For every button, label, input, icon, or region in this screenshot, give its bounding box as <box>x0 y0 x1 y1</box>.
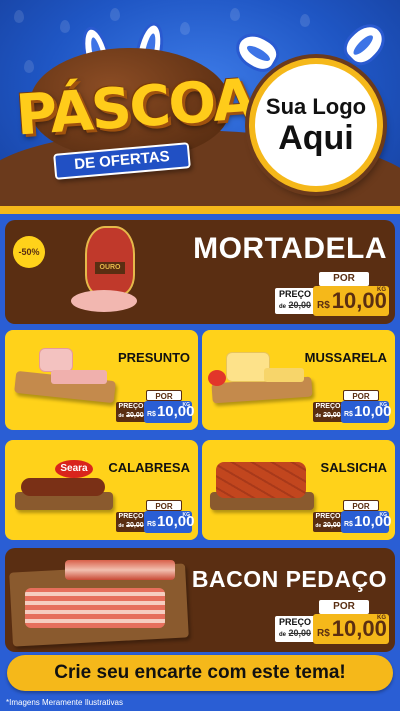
sausage-icon <box>21 478 105 496</box>
price-block: POR PREÇO de 20,00 R$10,00 KG <box>273 272 389 318</box>
header-banner: PÁSCOA DE OFERTAS Sua Logo Aqui <box>0 0 400 214</box>
preco-label: PREÇO <box>278 617 311 627</box>
old-price-tag: PREÇO de 20,00 <box>116 512 146 532</box>
product-card-mussarela[interactable]: MUSSARELA POR PREÇO de 20,00 R$10,00 KG <box>202 330 395 430</box>
unit-label: KG <box>379 512 388 518</box>
por-label: POR <box>343 500 379 511</box>
product-card-mortadela[interactable]: -50% OURO MORTADELA POR PREÇO de 20,00 R… <box>5 220 395 324</box>
por-label: POR <box>343 390 379 401</box>
old-prefix: de <box>278 632 286 638</box>
old-prefix: de <box>278 304 286 310</box>
tomato-icon <box>208 370 226 386</box>
price-block: POR PREÇO de 20,00 R$10,00 KG <box>313 500 392 534</box>
product-name: SALSICHA <box>320 460 387 475</box>
discount-badge: -50% <box>13 236 45 268</box>
old-price: 20,00 <box>126 412 144 419</box>
por-label: POR <box>146 390 182 401</box>
egg-pattern-icon <box>300 14 310 27</box>
product-card-bacon[interactable]: BACON PEDAÇO POR PREÇO de 20,00 R$10,00 … <box>5 548 395 652</box>
bunny-ear-icon <box>337 16 393 72</box>
cta-button[interactable]: Crie seu encarte com este tema! <box>7 655 393 691</box>
egg-pattern-icon <box>14 10 24 23</box>
egg-pattern-icon <box>110 8 120 21</box>
product-name: BACON PEDAÇO <box>191 566 387 592</box>
unit-label: KG <box>182 402 191 408</box>
product-card-presunto[interactable]: PRESUNTO POR PREÇO de 20,00 R$10,00 KG <box>5 330 198 430</box>
preco-label: PREÇO <box>118 513 144 520</box>
product-name: MUSSARELA <box>304 350 387 365</box>
price-block: POR PREÇO de 20,00 R$10,00 KG <box>116 500 195 534</box>
ham-icon <box>39 348 73 372</box>
product-name: CALABRESA <box>108 460 190 475</box>
preco-label: PREÇO <box>315 403 341 410</box>
egg-pattern-icon <box>24 60 34 73</box>
old-price-tag: PREÇO de 20,00 <box>275 288 315 314</box>
old-price-tag: PREÇO de 20,00 <box>116 402 146 422</box>
old-price: 20,00 <box>126 522 144 529</box>
price-block: POR PREÇO de 20,00 R$10,00 KG <box>273 600 389 646</box>
logo-placeholder[interactable]: Sua Logo Aqui <box>249 58 383 192</box>
bacon-slices-icon <box>25 588 165 628</box>
cheese-slices-icon <box>264 368 304 382</box>
old-price: 20,00 <box>323 412 341 419</box>
egg-pattern-icon <box>180 22 190 35</box>
egg-pattern-icon <box>230 8 240 21</box>
unit-label: KG <box>377 615 386 621</box>
old-prefix: de <box>315 413 322 419</box>
currency: R$ <box>317 628 330 639</box>
currency: R$ <box>317 300 330 311</box>
logo-text-line2: Aqui <box>278 119 354 157</box>
preco-label: PREÇO <box>315 513 341 520</box>
brand-label: OURO <box>95 262 125 274</box>
ham-slices-icon <box>51 370 107 384</box>
disclaimer-text: *Imagens Meramente Ilustrativas <box>6 698 123 707</box>
old-price: 20,00 <box>288 300 312 310</box>
old-prefix: de <box>315 523 322 529</box>
logo-text-line1: Sua Logo <box>265 94 367 119</box>
product-card-salsicha[interactable]: SALSICHA POR PREÇO de 20,00 R$10,00 KG <box>202 440 395 540</box>
unit-label: KG <box>379 402 388 408</box>
product-name: PRESUNTO <box>118 350 190 365</box>
mortadella-slices-icon <box>71 290 137 312</box>
old-price: 20,00 <box>288 628 312 638</box>
old-price: 20,00 <box>323 522 341 529</box>
old-price-tag: PREÇO de 20,00 <box>313 402 343 422</box>
unit-label: KG <box>377 287 386 293</box>
por-label: POR <box>319 272 369 286</box>
preco-label: PREÇO <box>118 403 144 410</box>
currency: R$ <box>147 521 156 528</box>
old-price-tag: PREÇO de 20,00 <box>275 616 315 642</box>
price-block: POR PREÇO de 20,00 R$10,00 KG <box>116 390 195 424</box>
currency: R$ <box>147 411 156 418</box>
unit-label: KG <box>182 512 191 518</box>
bacon-icon <box>65 560 175 580</box>
divider <box>0 206 400 214</box>
por-label: POR <box>146 500 182 511</box>
old-price-tag: PREÇO de 20,00 <box>313 512 343 532</box>
hotdog-icon <box>216 462 306 498</box>
currency: R$ <box>344 411 353 418</box>
preco-label: PREÇO <box>278 289 311 299</box>
brand-logo: Seara <box>55 460 93 478</box>
product-name: MORTADELA <box>193 232 387 265</box>
mortadella-icon: OURO <box>85 226 135 296</box>
egg-pattern-icon <box>60 20 70 33</box>
old-prefix: de <box>118 413 125 419</box>
product-card-calabresa[interactable]: Seara CALABRESA POR PREÇO de 20,00 R$10,… <box>5 440 198 540</box>
por-label: POR <box>319 600 369 614</box>
currency: R$ <box>344 521 353 528</box>
old-prefix: de <box>118 523 125 529</box>
price-block: POR PREÇO de 20,00 R$10,00 KG <box>313 390 392 424</box>
